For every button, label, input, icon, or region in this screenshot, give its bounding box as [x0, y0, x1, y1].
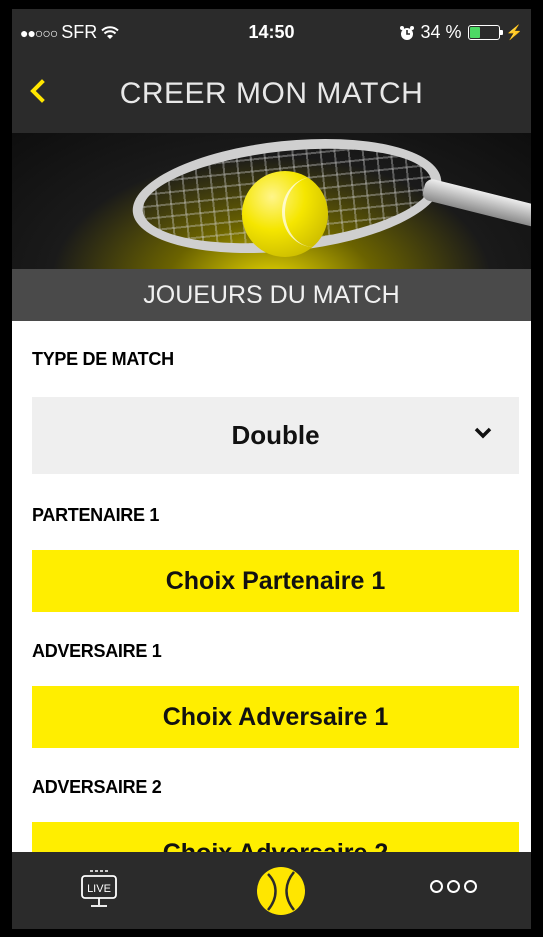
- battery-percent: 34 %: [420, 22, 462, 42]
- live-label: LIVE: [87, 883, 111, 895]
- tab-live[interactable]: LIVE: [80, 868, 118, 910]
- hero-image: [12, 133, 531, 269]
- more-dot: [447, 880, 460, 893]
- opponent1-label: ADVERSAIRE 1: [32, 641, 162, 661]
- alarm-icon: [399, 25, 414, 40]
- tennis-ball-icon: [257, 867, 305, 915]
- tab-bar: LIVE: [12, 852, 531, 929]
- tennis-ball-image: [242, 171, 328, 257]
- nav-bar: CREER MON MATCH: [12, 55, 531, 133]
- partner1-label: PARTENAIRE 1: [32, 505, 160, 525]
- charging-icon: ⚡: [505, 24, 523, 40]
- chevron-down-icon: [474, 427, 492, 439]
- more-icon[interactable]: [430, 880, 477, 893]
- status-right: 34 % ⚡: [399, 22, 523, 43]
- status-bar: ●●○○○ SFR 14:50 34 % ⚡: [12, 9, 531, 55]
- match-type-select[interactable]: Double: [32, 397, 519, 474]
- section-header: JOUEURS DU MATCH: [12, 269, 531, 321]
- tab-match[interactable]: [256, 866, 306, 916]
- battery-icon: [467, 25, 503, 40]
- phone-screen: ●●○○○ SFR 14:50 34 % ⚡ CREER MON MATCH J…: [12, 9, 531, 929]
- opponent2-label: ADVERSAIRE 2: [32, 777, 162, 797]
- battery-fill: [469, 27, 480, 38]
- choose-opponent1-button[interactable]: Choix Adversaire 1: [32, 686, 519, 748]
- page-title: CREER MON MATCH: [119, 77, 424, 110]
- live-tv-icon: LIVE: [81, 870, 117, 907]
- choose-partner1-button[interactable]: Choix Partenaire 1: [32, 550, 519, 612]
- racket-handle-image: [421, 177, 531, 231]
- match-type-label: TYPE DE MATCH: [32, 349, 174, 369]
- more-dot: [430, 880, 443, 893]
- match-type-value: Double: [231, 420, 320, 450]
- more-dot: [464, 880, 477, 893]
